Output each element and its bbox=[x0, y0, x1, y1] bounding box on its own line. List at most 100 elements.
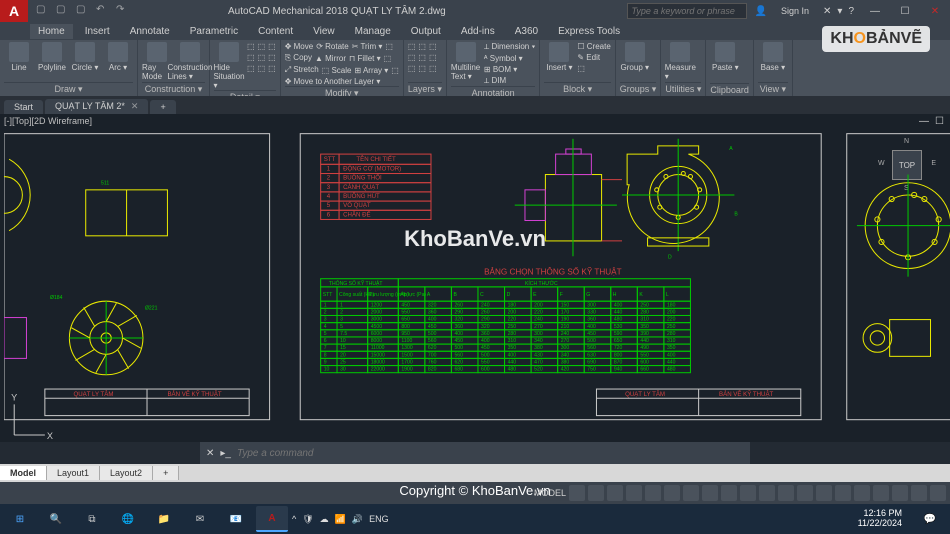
ribbon-item[interactable]: ⬚ bbox=[247, 53, 255, 62]
layout-tab-model[interactable]: Model bbox=[0, 466, 47, 480]
status-snap-icon[interactable] bbox=[588, 485, 604, 501]
ribbon-item[interactable]: ⬚ bbox=[385, 42, 393, 51]
help-chevron-icon[interactable]: ▾ bbox=[837, 6, 842, 17]
panel-label[interactable]: Groups ▾ bbox=[620, 82, 657, 96]
layout-tab-layout2[interactable]: Layout2 bbox=[100, 466, 153, 480]
search-icon[interactable]: 🔍 bbox=[40, 506, 72, 532]
ribbon-item[interactable]: ᴬ Symbol ▾ bbox=[484, 54, 523, 63]
qat-undo-icon[interactable]: ↶ bbox=[96, 4, 110, 18]
ribbon-item[interactable]: ⬚ bbox=[408, 64, 416, 73]
ribbon-item[interactable]: ⬚ bbox=[418, 42, 426, 51]
tray-security-icon[interactable]: 🛡 bbox=[302, 514, 313, 525]
close-button[interactable]: ✕ bbox=[920, 0, 950, 22]
ribbon-item[interactable]: ⬚ bbox=[408, 42, 416, 51]
ribbon-item[interactable]: ⬚ bbox=[418, 53, 426, 62]
ribbon-btn-measure[interactable]: Measure ▾ bbox=[665, 42, 695, 81]
qat-open-icon[interactable]: ▢ bbox=[56, 4, 70, 18]
file-tab[interactable]: Start bbox=[4, 100, 43, 114]
start-button[interactable]: ⊞ bbox=[4, 506, 36, 532]
ribbon-item[interactable]: ⬚ bbox=[247, 64, 255, 73]
ribbon-item[interactable]: ⟳ Rotate bbox=[316, 42, 349, 51]
ribbon-tab-expresstools[interactable]: Express Tools bbox=[550, 24, 628, 39]
ribbon-btn-constructionlines[interactable]: Construction Lines ▾ bbox=[175, 42, 205, 81]
ribbon-item[interactable]: ⬚ bbox=[429, 53, 437, 62]
ribbon-btn-arc[interactable]: Arc ▾ bbox=[103, 42, 133, 72]
layout-add-button[interactable]: + bbox=[153, 466, 179, 480]
ribbon-btn-multilinetext[interactable]: Multiline Text ▾ bbox=[451, 42, 481, 81]
notifications-icon[interactable]: 💬 bbox=[914, 506, 946, 532]
ribbon-item[interactable]: ⬚ bbox=[258, 53, 266, 62]
panel-label[interactable]: Draw ▾ bbox=[4, 82, 133, 96]
maximize-button[interactable]: ☐ bbox=[890, 0, 920, 22]
ribbon-item[interactable]: ⤢ Stretch bbox=[285, 65, 319, 75]
ribbon-tab-parametric[interactable]: Parametric bbox=[182, 24, 246, 39]
ribbon-tab-manage[interactable]: Manage bbox=[347, 24, 399, 39]
ribbon-item[interactable]: ✥ Move to Another Layer ▾ bbox=[285, 77, 399, 86]
edge-icon[interactable]: 🌐 bbox=[112, 506, 144, 532]
tray-chevron-icon[interactable]: ^ bbox=[292, 514, 296, 524]
status-osnap-icon[interactable] bbox=[645, 485, 661, 501]
ribbon-item[interactable]: ⬚ bbox=[384, 54, 392, 63]
ribbon-item[interactable]: ⟂ DIM bbox=[484, 76, 535, 86]
viewport-label[interactable]: [-][Top][2D Wireframe] bbox=[4, 116, 92, 126]
qat-new-icon[interactable]: ▢ bbox=[36, 4, 50, 18]
tray-sound-icon[interactable]: 🔊 bbox=[352, 514, 363, 525]
ribbon-btn-polyline[interactable]: Polyline bbox=[37, 42, 67, 72]
ribbon-tab-output[interactable]: Output bbox=[403, 24, 449, 39]
command-input[interactable] bbox=[237, 448, 744, 459]
status-lock-icon[interactable] bbox=[854, 485, 870, 501]
taskbar-clock[interactable]: 12:16 PM11/22/2024 bbox=[858, 509, 910, 529]
tray-cloud-icon[interactable]: ☁ bbox=[320, 514, 329, 525]
app-logo[interactable]: A bbox=[0, 0, 28, 22]
ribbon-btn-insert[interactable]: Insert ▾ bbox=[544, 42, 574, 72]
status-model[interactable]: MODEL bbox=[534, 488, 566, 498]
signin-button[interactable]: Sign In bbox=[773, 6, 817, 16]
help-icon[interactable]: ? bbox=[848, 6, 854, 17]
ribbon-btn-base[interactable]: Base ▾ bbox=[758, 42, 788, 72]
ribbon-btn-circle[interactable]: Circle ▾ bbox=[70, 42, 100, 72]
ribbon-tab-add-ins[interactable]: Add-ins bbox=[453, 24, 503, 39]
status-clean-icon[interactable] bbox=[911, 485, 927, 501]
ribbon-item[interactable]: ✂ Trim ▾ bbox=[352, 42, 383, 51]
file-tab[interactable]: QUẠT LY TÂM 2*✕ bbox=[45, 99, 148, 114]
status-units-icon[interactable] bbox=[816, 485, 832, 501]
ribbon-item[interactable]: ✎ Edit bbox=[577, 53, 600, 62]
qat-save-icon[interactable]: ▢ bbox=[76, 4, 90, 18]
ribbon-item[interactable]: ⊓ Fillet ▾ bbox=[349, 54, 381, 63]
ribbon-item[interactable]: ⎘ Copy bbox=[285, 53, 312, 63]
new-tab-button[interactable]: + bbox=[150, 100, 175, 114]
status-quickprops-icon[interactable] bbox=[835, 485, 851, 501]
ribbon-item[interactable]: ▲ Mirror bbox=[315, 54, 346, 63]
status-annomonitor-icon[interactable] bbox=[797, 485, 813, 501]
ribbon-btn-group[interactable]: Group ▾ bbox=[620, 42, 650, 72]
status-ortho-icon[interactable] bbox=[607, 485, 623, 501]
drawing-viewport[interactable]: [-][Top][2D Wireframe] — ☐ N S E W TOP bbox=[0, 114, 950, 442]
help-search-input[interactable] bbox=[627, 3, 747, 19]
ribbon-item[interactable]: ⬚ bbox=[258, 64, 266, 73]
ribbon-item[interactable]: ⟂ Dimension ▾ bbox=[484, 42, 535, 52]
exchange-icon[interactable]: ✕ bbox=[823, 6, 831, 17]
status-otrack-icon[interactable] bbox=[683, 485, 699, 501]
tray-wifi-icon[interactable]: 📶 bbox=[335, 514, 346, 525]
viewport-maximize-icon[interactable]: ☐ bbox=[935, 116, 944, 127]
status-lweight-icon[interactable] bbox=[702, 485, 718, 501]
panel-label[interactable]: Block ▾ bbox=[544, 82, 610, 96]
status-cycling-icon[interactable] bbox=[740, 485, 756, 501]
ribbon-item[interactable]: ☐ Create bbox=[577, 42, 610, 51]
ribbon-tab-home[interactable]: Home bbox=[30, 24, 73, 39]
ribbon-item[interactable]: ⬚ bbox=[247, 42, 255, 51]
status-polar-icon[interactable] bbox=[626, 485, 642, 501]
ribbon-tab-content[interactable]: Content bbox=[250, 24, 301, 39]
panel-label[interactable]: View ▾ bbox=[758, 82, 788, 96]
viewport-minimize-icon[interactable]: — bbox=[919, 116, 929, 127]
qat-redo-icon[interactable]: ↷ bbox=[116, 4, 130, 18]
cmd-close-icon[interactable]: ✕ bbox=[206, 448, 214, 459]
outlook-icon[interactable]: 📧 bbox=[220, 506, 252, 532]
ribbon-item[interactable]: ⬚ bbox=[577, 64, 585, 73]
layout-tab-layout1[interactable]: Layout1 bbox=[47, 466, 100, 480]
status-grid-icon[interactable] bbox=[569, 485, 585, 501]
status-3dosnap-icon[interactable] bbox=[664, 485, 680, 501]
status-isolate-icon[interactable] bbox=[873, 485, 889, 501]
panel-label[interactable]: Layers ▾ bbox=[408, 82, 442, 96]
status-custom-icon[interactable] bbox=[930, 485, 946, 501]
